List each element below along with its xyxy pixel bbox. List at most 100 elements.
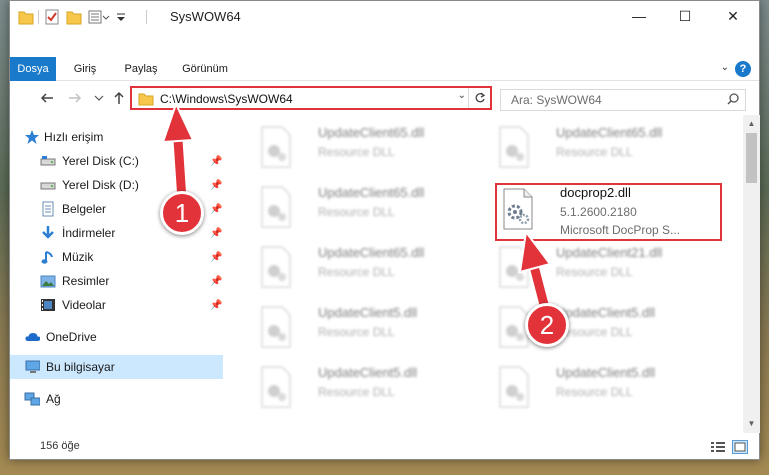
pin-icon[interactable]: 📌: [210, 252, 222, 263]
details-view-icon[interactable]: [710, 440, 726, 454]
ribbon-tabs: Dosya Giriş Paylaş Görünüm ⌄ ?: [10, 57, 759, 81]
file-type: Resource DLL: [556, 145, 633, 159]
file-name: UpdateClient21.dll: [556, 245, 663, 260]
file-type: Resource DLL: [318, 385, 395, 399]
refresh-icon: [475, 92, 485, 103]
tab-share[interactable]: Paylaş: [114, 57, 168, 81]
search-icon[interactable]: [727, 93, 739, 105]
network-icon: [24, 392, 40, 406]
quick-access-dropdown-icon[interactable]: [114, 8, 128, 26]
sidebar-item-label: Videolar: [62, 298, 106, 312]
videos-icon: [41, 299, 55, 311]
file-name: UpdateClient65.dll: [318, 125, 425, 140]
tab-file[interactable]: Dosya: [10, 57, 56, 81]
minimize-button[interactable]: —: [616, 1, 662, 31]
sidebar-item-label: Yerel Disk (C:): [62, 154, 139, 168]
status-bar: 156 öğe: [10, 435, 759, 459]
back-arrow-icon: [40, 93, 53, 103]
file-type: Resource DLL: [318, 325, 395, 339]
file-name: UpdateClient5.dll: [556, 305, 656, 320]
file-item[interactable]: UpdateClient65.dll Resource DLL: [246, 121, 481, 181]
vertical-scrollbar[interactable]: ▲ ▼: [743, 115, 760, 433]
highlight-box: [495, 183, 722, 241]
dll-file-icon: [499, 366, 529, 408]
file-type: Resource DLL: [556, 385, 633, 399]
sidebar-item-onedrive[interactable]: OneDrive: [10, 325, 223, 349]
file-item[interactable]: UpdateClient5.dll Resource DLL: [484, 301, 719, 361]
pin-icon[interactable]: 📌: [210, 300, 222, 311]
up-arrow-icon: [114, 91, 124, 104]
dll-file-icon: [261, 366, 291, 408]
file-item[interactable]: UpdateClient65.dll Resource DLL: [484, 121, 719, 181]
ribbon-expand-icon[interactable]: ⌄: [721, 62, 729, 73]
window-title: SysWOW64: [170, 9, 241, 24]
sidebar-item-label: OneDrive: [46, 330, 97, 344]
navigation-bar: C:\Windows\SysWOW64 ⌄ Ara: SysWOW64: [10, 83, 759, 115]
back-button[interactable]: [38, 89, 56, 107]
sidebar-item-music[interactable]: Müzik 📌: [10, 245, 223, 269]
pin-icon[interactable]: 📌: [210, 276, 222, 287]
search-input[interactable]: Ara: SysWOW64: [500, 89, 746, 111]
file-item[interactable]: UpdateClient21.dll Resource DLL: [484, 241, 719, 301]
title-bar: SysWOW64 — ☐ ✕: [10, 1, 759, 31]
download-icon: [42, 226, 54, 239]
sidebar-item-pictures[interactable]: Resimler 📌: [10, 269, 223, 293]
recent-locations-button[interactable]: [90, 89, 108, 107]
computer-icon: [25, 360, 40, 373]
navigation-pane: Hızlı erişim Yerel Disk (C:) 📌 Yerel Dis…: [10, 119, 223, 433]
search-placeholder: Ara: SysWOW64: [511, 93, 602, 107]
item-count: 156 öğe: [40, 440, 80, 452]
file-name: UpdateClient5.dll: [318, 305, 418, 320]
documents-icon: [42, 201, 54, 217]
sidebar-item-videos[interactable]: Videolar 📌: [10, 293, 223, 317]
folder-icon: [18, 11, 34, 25]
dll-file-icon: [261, 126, 291, 168]
customize-icon[interactable]: [88, 8, 110, 26]
file-type: Resource DLL: [318, 145, 395, 159]
file-item[interactable]: UpdateClient5.dll Resource DLL: [246, 301, 481, 361]
sidebar-item-label: Belgeler: [62, 202, 107, 216]
file-name: UpdateClient5.dll: [318, 365, 418, 380]
dll-file-icon: [261, 306, 291, 348]
file-type: Resource DLL: [318, 205, 395, 219]
sidebar-item-this-pc[interactable]: Bu bilgisayar: [10, 355, 223, 379]
up-button[interactable]: [110, 89, 128, 107]
sidebar-item-label: İndirmeler: [62, 226, 116, 240]
sidebar-item-label: Müzik: [62, 250, 94, 264]
scroll-down-icon[interactable]: ▼: [743, 415, 760, 432]
scroll-up-icon[interactable]: ▲: [743, 115, 760, 132]
pin-icon[interactable]: 📌: [210, 228, 222, 239]
forward-button[interactable]: [66, 89, 84, 107]
address-path: C:\Windows\SysWOW64: [160, 92, 293, 106]
large-icons-view-icon[interactable]: [732, 440, 748, 454]
file-item[interactable]: UpdateClient5.dll Resource DLL: [484, 361, 719, 421]
close-button[interactable]: ✕: [710, 1, 756, 31]
sidebar-item-network[interactable]: Ağ: [10, 387, 223, 411]
help-button[interactable]: ?: [735, 61, 751, 77]
step-2-badge: 2: [525, 303, 569, 347]
sidebar-item-local-disk-c[interactable]: Yerel Disk (C:) 📌: [10, 149, 223, 173]
dll-file-icon: [261, 246, 291, 288]
address-bar[interactable]: C:\Windows\SysWOW64 ⌄: [130, 86, 492, 110]
sidebar-item-quick-access[interactable]: Hızlı erişim: [10, 125, 223, 149]
dll-file-icon: [499, 126, 529, 168]
tab-view[interactable]: Görünüm: [172, 57, 238, 81]
maximize-button[interactable]: ☐: [662, 1, 708, 31]
drive-icon: [40, 156, 56, 166]
pin-icon[interactable]: 📌: [210, 204, 222, 215]
drive-icon: [40, 182, 56, 190]
pin-icon[interactable]: 📌: [210, 156, 222, 167]
refresh-button[interactable]: [468, 88, 490, 108]
forward-arrow-icon: [69, 93, 82, 103]
file-item[interactable]: UpdateClient65.dll Resource DLL: [246, 241, 481, 301]
pin-icon[interactable]: 📌: [210, 180, 222, 191]
properties-icon[interactable]: [44, 8, 60, 26]
scroll-thumb[interactable]: [746, 133, 757, 183]
chevron-down-icon: [94, 95, 104, 101]
address-dropdown-icon[interactable]: ⌄: [458, 90, 466, 101]
sidebar-item-label: Resimler: [62, 274, 110, 288]
file-item[interactable]: UpdateClient5.dll Resource DLL: [246, 361, 481, 421]
file-item[interactable]: UpdateClient65.dll Resource DLL: [246, 181, 481, 241]
tab-home[interactable]: Giriş: [62, 57, 108, 81]
new-folder-icon[interactable]: [66, 8, 82, 26]
